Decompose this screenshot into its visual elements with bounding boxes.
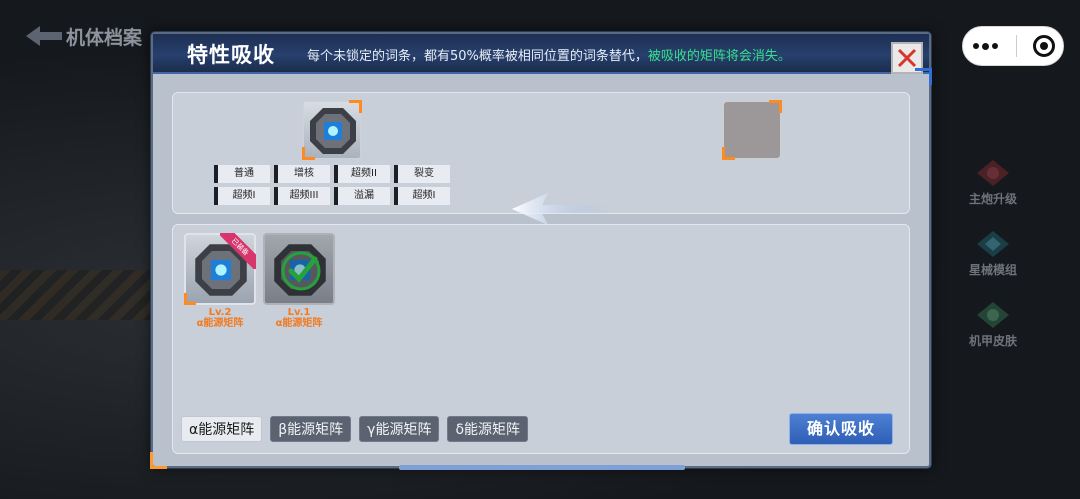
filter-beta[interactable]: β能源矩阵 (270, 416, 352, 442)
subtitle-text: 每个未锁定的词条，都有50%概率被相同位置的词条替代， (307, 49, 648, 64)
item-level: Lv.2 (208, 307, 232, 318)
dialog-titlebar: 特性吸收 每个未锁定的词条，都有50%概率被相同位置的词条替代，被吸收的矩阵将会… (153, 34, 929, 74)
menu-label: 星械模组 (968, 263, 1017, 277)
mecha-skin-icon (976, 302, 1009, 328)
item-name: α能源矩阵 (275, 318, 323, 329)
close-miniprogram-icon[interactable] (1033, 35, 1056, 57)
filter-gamma[interactable]: γ能源矩阵 (359, 416, 440, 442)
item-thumbnail (263, 233, 335, 305)
trait-list: 普通 增核 超频II 裂变 超频I 超频III 溢漏 超频I (214, 165, 454, 205)
energy-matrix-icon (310, 108, 356, 154)
cannon-upgrade-icon (976, 160, 1009, 186)
capsule-divider (1016, 35, 1018, 57)
back-label: 机体档案 (66, 26, 143, 49)
material-matrix-slot[interactable] (722, 100, 782, 160)
absorb-arrow-icon (512, 193, 608, 225)
dialog-subtitle: 每个未锁定的词条，都有50%概率被相同位置的词条替代，被吸收的矩阵将会消失。 (307, 45, 791, 64)
hazard-stripes (0, 270, 150, 320)
filter-alpha[interactable]: α能源矩阵 (181, 416, 263, 442)
right-side-menu: 主炮升级 星械模组 机甲皮肤 (948, 158, 1038, 349)
menu-label: 主炮升级 (968, 192, 1017, 206)
trait-tag: 普通 (214, 165, 270, 183)
matrix-type-filters: α能源矩阵 β能源矩阵 γ能源矩阵 δ能源矩阵 (181, 416, 529, 442)
trait-absorb-dialog: 特性吸收 每个未锁定的词条，都有50%概率被相同位置的词条替代，被吸收的矩阵将会… (150, 32, 932, 470)
inventory-item[interactable]: 已装备 Lv.2 α能源矩阵 (184, 233, 256, 329)
menu-item-cannon-upgrade[interactable]: 主炮升级 (969, 158, 1017, 207)
trait-tag: 超频I (214, 187, 270, 205)
dialog-title: 特性吸收 (187, 43, 275, 67)
trait-tag: 溢漏 (334, 187, 390, 205)
menu-item-mecha-skin[interactable]: 机甲皮肤 (969, 300, 1017, 349)
close-button[interactable] (891, 42, 923, 74)
item-name: α能源矩阵 (196, 318, 244, 329)
trait-tag: 裂变 (394, 165, 450, 183)
dialog-bottom-accent (399, 465, 685, 470)
back-button[interactable]: 机体档案 (26, 22, 142, 50)
confirm-absorb-button[interactable]: 确认吸收 (789, 413, 893, 445)
filter-delta[interactable]: δ能源矩阵 (447, 416, 529, 442)
close-icon (897, 48, 917, 68)
selected-check-icon (281, 251, 321, 291)
trait-tag: 增核 (274, 165, 330, 183)
item-level: Lv.1 (287, 307, 311, 318)
menu-label: 机甲皮肤 (968, 334, 1017, 348)
subtitle-warning: 被吸收的矩阵将会消失。 (647, 49, 791, 64)
back-arrow-icon (26, 24, 62, 48)
rarity-corner (184, 293, 196, 305)
trait-tag: 超频II (334, 165, 390, 183)
trait-tag: 超频I (394, 187, 450, 205)
miniprogram-capsule (962, 26, 1064, 66)
trait-tag: 超频III (274, 187, 330, 205)
item-thumbnail: 已装备 (184, 233, 256, 305)
more-options-icon[interactable] (971, 42, 1001, 50)
star-module-icon (976, 231, 1009, 257)
menu-item-star-module[interactable]: 星械模组 (969, 229, 1017, 278)
equipped-badge: 已装备 (220, 233, 256, 269)
inventory-item-selected[interactable]: Lv.1 α能源矩阵 (263, 233, 335, 329)
absorb-preview-panel: 普通 增核 超频II 裂变 超频I 超频III 溢漏 超频I (172, 92, 910, 225)
target-matrix-slot[interactable] (302, 100, 362, 160)
